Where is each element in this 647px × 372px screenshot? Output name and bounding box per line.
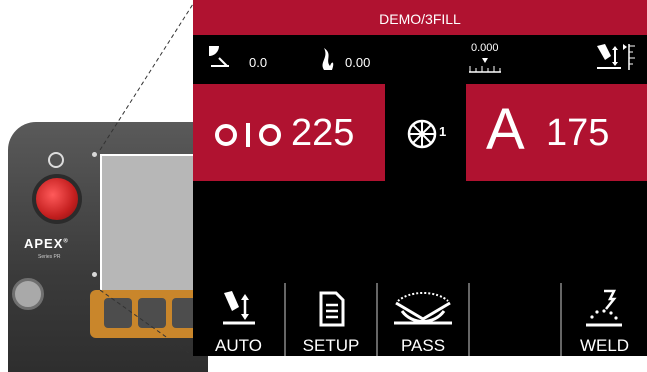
blank-button[interactable]: [470, 283, 560, 356]
ruler-value: 0.000: [471, 42, 499, 54]
wire-feed-value: 225: [291, 112, 355, 154]
pass-button-label: PASS: [400, 336, 446, 355]
torch-auto-icon: [223, 291, 255, 325]
status-row: 0.0 0.00 0.000: [193, 38, 647, 80]
pendant-screen: DEMO/3FILL 0.0 0.00 0.000 225 1 A 175 AU…: [193, 0, 647, 356]
apex-logo: APEX®: [24, 236, 69, 251]
setup-button[interactable]: SETUP: [286, 283, 376, 356]
emergency-stop-button[interactable]: [32, 174, 82, 224]
device-screen: [100, 154, 204, 292]
distance-gauge-icon: [209, 46, 229, 67]
weave-pass-icon: [394, 292, 452, 325]
amperage-value: 175: [546, 112, 610, 154]
amperage-unit: A: [486, 97, 525, 162]
pass-number: 1: [439, 124, 447, 139]
power-icon[interactable]: [48, 152, 64, 168]
weld-torch-icon: [586, 289, 622, 327]
pass-button[interactable]: PASS: [378, 283, 468, 356]
keypad: [90, 290, 200, 338]
screw-icon: [92, 272, 97, 277]
torch-height-icon: [597, 44, 635, 70]
ruler-icon: [469, 58, 501, 73]
connector-icon: [12, 278, 44, 310]
weld-button-label: WELD: [579, 336, 630, 355]
weld-button[interactable]: WELD: [562, 283, 647, 356]
distance-value: 0.0: [249, 55, 268, 70]
screw-icon: [92, 152, 97, 157]
keypad-key[interactable]: [104, 298, 132, 328]
program-title: DEMO/3FILL: [193, 0, 647, 35]
wire-feed-icon: [215, 123, 281, 147]
setup-button-label: SETUP: [302, 336, 360, 355]
auto-button-label: AUTO: [215, 336, 262, 355]
heat-icon: [322, 48, 334, 70]
wire-feed-panel[interactable]: 225: [193, 84, 385, 181]
keypad-key[interactable]: [138, 298, 166, 328]
model-label: Series PR: [38, 254, 61, 260]
document-icon: [319, 291, 345, 327]
auto-button[interactable]: AUTO: [193, 283, 284, 356]
heat-value: 0.00: [345, 55, 371, 70]
pass-wheel-icon: [407, 119, 437, 149]
pendant-device: APEX® Series PR: [0, 110, 208, 372]
amperage-panel[interactable]: A 175: [466, 84, 647, 181]
function-bar: AUTO SETUP PASS WELD: [193, 283, 647, 356]
